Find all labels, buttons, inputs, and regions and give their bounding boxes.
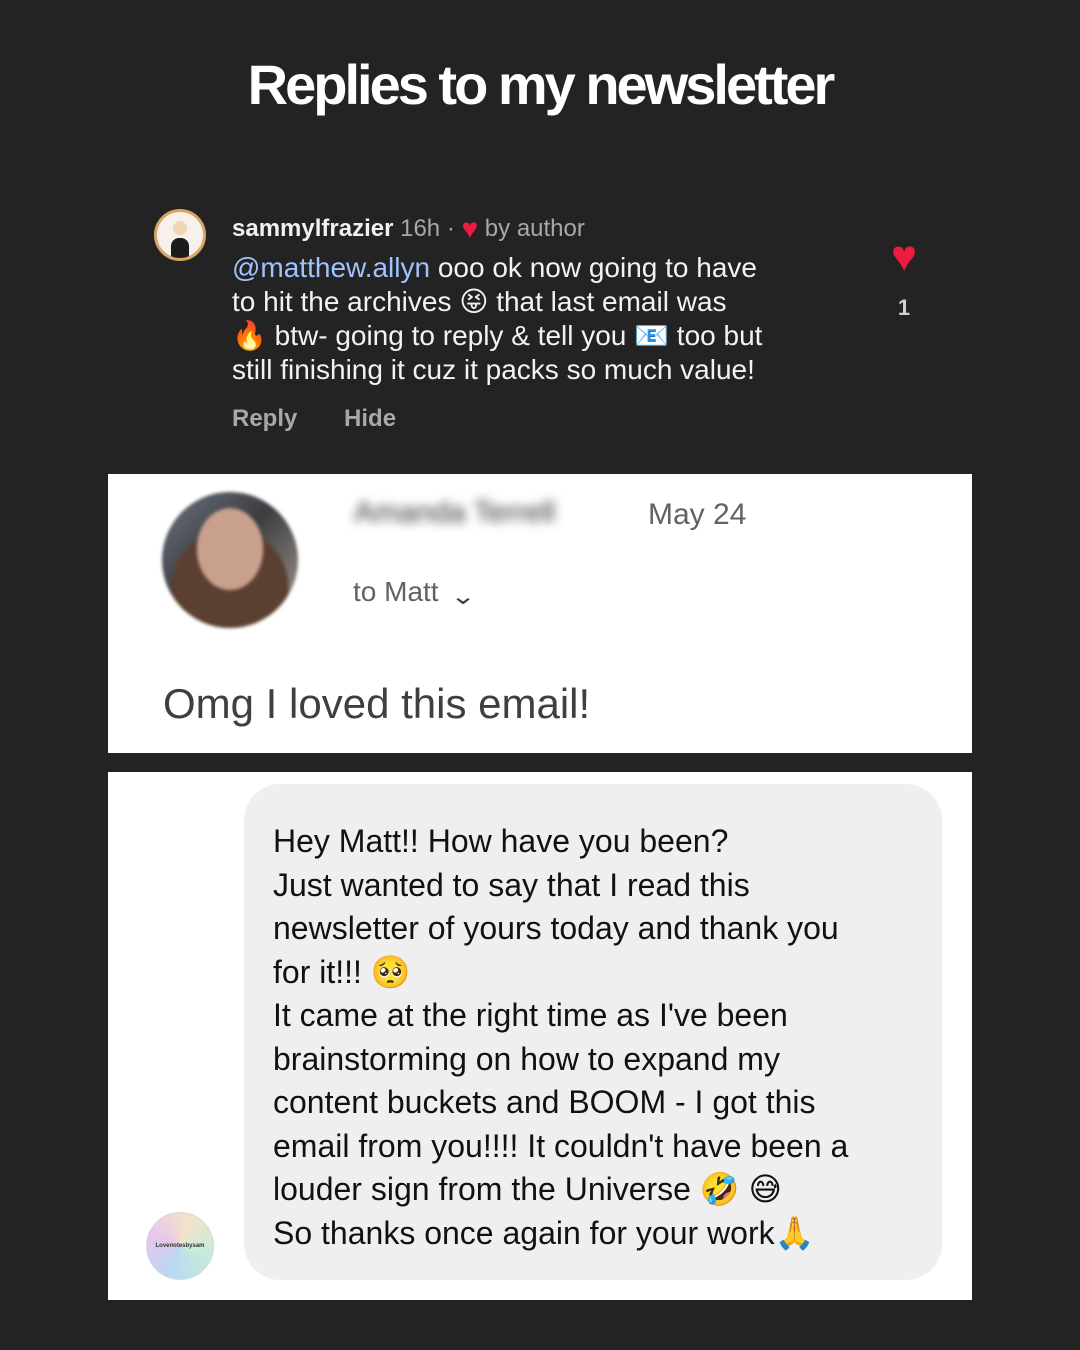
liked-by-author-label: by author [484,215,585,242]
like-heart-icon[interactable]: ♥ [884,235,924,279]
message-line: newsletter of yours today and thank you [273,910,839,946]
commenter-username[interactable]: sammylfrazier [232,215,393,242]
comment-line-2: to hit the archives 😝 that last email wa… [232,286,727,317]
message-line: for it!!! 🥺 [273,953,411,990]
comment-like: ♥ 1 [884,235,924,321]
message-line: Hey Matt!! How have you been? [273,823,729,859]
comment-actions: Reply Hide [232,405,436,433]
email-recipient[interactable]: to Matt ⌄ [353,576,476,611]
message-line: Just wanted to say that I read this [273,866,750,903]
like-count: 1 [897,295,911,320]
instagram-comment: sammylfrazier 16h · ♥ by author @matthew… [150,205,950,445]
comment-line-1: ooo ok now going to have [430,252,757,283]
comment-meta: sammylfrazier 16h · ♥ by author [232,213,585,245]
comment-line-3: 🔥 btw- going to reply & tell you 📧 too b… [232,320,763,351]
email-body: Omg I loved this email! [163,680,591,727]
message-line: It came at the right time as I've been [273,997,788,1033]
email-card: Amanda Terrell May 24 to Matt ⌄ Omg I lov… [108,474,972,753]
author-like-heart-icon: ♥ [461,213,479,244]
message-line: louder sign from the Universe 🤣 😅 [273,1171,782,1207]
message-line: content buckets and BOOM - I got this [273,1084,816,1120]
comment-mention[interactable]: @matthew.allyn [232,252,430,283]
message-line: So thanks once again for your work🙏 [273,1214,815,1251]
dm-avatar[interactable]: Lovenotesbysam [146,1212,214,1280]
message-line: email from you!!!! It couldn't have been… [273,1127,849,1164]
commenter-avatar[interactable] [154,209,206,261]
dm-avatar-label: Lovenotesbysam [155,1243,205,1249]
sender-avatar [162,492,298,628]
page-title: Replies to my newsletter [247,53,836,116]
comment-time: 16h [400,215,441,242]
comment-text: @matthew.allyn ooo ok now going to have … [232,251,842,387]
email-date: May 24 [648,498,747,531]
message-bubble: Hey Matt!! How have you been? Just wante… [244,784,942,1280]
message-line: brainstorming on how to expand my [273,1040,780,1077]
comment-line-4: still finishing it cuz it packs so much … [232,354,755,385]
reply-button[interactable]: Reply [232,405,297,432]
email-to-label: to Matt [353,576,439,607]
meta-separator: · [446,215,455,242]
sender-name: Amanda Terrell [354,496,556,529]
dm-card: Lovenotesbysam Hey Matt!! How have you b… [108,772,972,1300]
hide-button[interactable]: Hide [344,405,396,432]
chevron-down-icon[interactable]: ⌄ [450,582,476,611]
